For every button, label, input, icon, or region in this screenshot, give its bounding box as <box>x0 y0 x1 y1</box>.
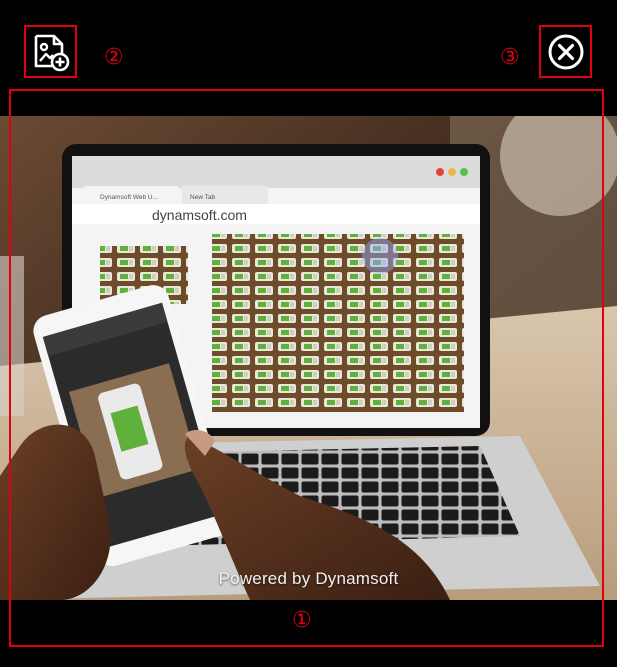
callout-number-3: ③ <box>500 45 520 70</box>
callout-number-2: ② <box>104 45 124 70</box>
video-area-outline <box>9 89 604 647</box>
close-circle-icon <box>548 34 583 69</box>
add-image-button[interactable] <box>24 25 77 78</box>
camera-view-screen: ② ③ Dynamsoft Web U... New Tab dynamsoft… <box>0 0 617 667</box>
image-add-icon <box>34 34 69 71</box>
close-button[interactable] <box>539 25 592 78</box>
callout-number-1: ① <box>292 608 312 633</box>
